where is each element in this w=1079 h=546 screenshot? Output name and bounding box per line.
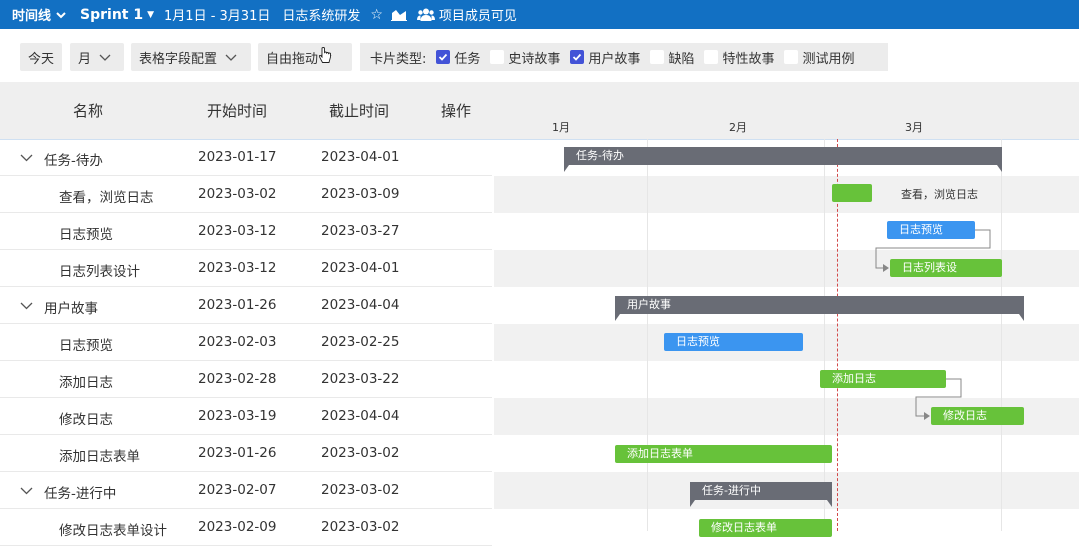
dependency-connectors [875, 229, 991, 420]
